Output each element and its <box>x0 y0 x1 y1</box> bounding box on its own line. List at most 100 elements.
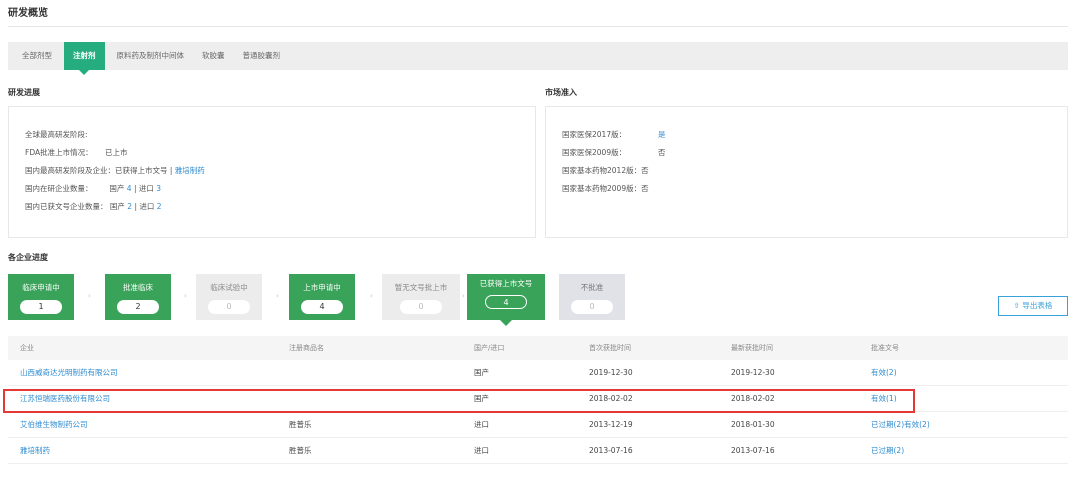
market-label-1: 国家医保2017版： <box>562 130 627 139</box>
step-market-application[interactable]: 上市申请中 4 <box>289 274 355 320</box>
highest-stage-label: 全球最高研发阶段: <box>25 130 88 139</box>
header-approval-no: 批准文号 <box>871 344 899 352</box>
table-header: 企业 注册商品名 国产/进口 首次获批时间 最新获批时间 批准文号 <box>8 336 1068 360</box>
brand-cell: 胜普乐 <box>289 446 312 455</box>
step-not-approved[interactable]: 不批准 0 <box>559 274 625 320</box>
step-separator: › <box>184 292 187 300</box>
rd-progress-title: 研发进展 <box>8 88 40 97</box>
step-clinical-application[interactable]: 临床申请中 1 <box>8 274 74 320</box>
header-brand: 注册商品名 <box>289 344 324 352</box>
in-dev-row: 国内在研企业数量： 国产 4 | 进口 3 <box>25 183 161 194</box>
tab-injection[interactable]: 注射剂 <box>64 42 105 75</box>
step-count: 4 <box>301 300 343 314</box>
in-dev-label: 国内在研企业数量： <box>25 184 93 193</box>
approved-domestic-label: 国产 <box>109 202 125 211</box>
upload-icon: ⇧ <box>1013 301 1020 310</box>
tab-softgel[interactable]: 软胶囊 <box>196 42 231 70</box>
domestic-stage-company-link[interactable]: 雅培制药 <box>175 166 205 175</box>
market-row-2: 国家医保2009版： 否 <box>562 147 666 158</box>
approval-link[interactable]: 有效(2) <box>871 360 897 385</box>
market-row-1: 国家医保2017版： 是 <box>562 129 666 140</box>
market-row-3: 国家基本药物2012版：否 <box>562 165 649 176</box>
origin-cell: 进口 <box>474 446 489 455</box>
latest-approval-cell: 2019-12-30 <box>731 368 775 377</box>
step-separator: › <box>370 292 373 300</box>
step-no-license-marketed[interactable]: 暂无文号批上市 0 <box>382 274 460 320</box>
step-label: 上市申请中 <box>303 283 341 292</box>
approved-domestic-count[interactable]: 2 <box>127 202 132 211</box>
rd-progress-panel: 全球最高研发阶段: FDA批准上市情况： 已上市 国内最高研发阶段及企业：已获得上… <box>8 106 536 238</box>
step-clinical-trial[interactable]: 临床试验中 0 <box>196 274 262 320</box>
approved-label: 国内已获文号企业数量： <box>25 202 108 211</box>
in-dev-domestic-label: 国产 <box>109 184 125 193</box>
approved-sep: | <box>134 202 137 211</box>
market-value-4: 否 <box>641 184 649 193</box>
step-license-obtained[interactable]: 已获得上市文号 4 <box>467 274 545 326</box>
domestic-stage-sep: | <box>169 166 173 175</box>
dosage-tabs: 全部剂型 注射剂 原料药及制剂中间体 软胶囊 普通胶囊剂 <box>8 42 1068 75</box>
step-count: 0 <box>400 300 442 314</box>
in-dev-import-count[interactable]: 3 <box>156 184 161 193</box>
tab-all[interactable]: 全部剂型 <box>16 42 58 70</box>
header-origin: 国产/进口 <box>474 344 505 352</box>
market-value-3: 否 <box>641 166 649 175</box>
latest-approval-cell: 2018-01-30 <box>731 420 775 429</box>
market-access-title: 市场准入 <box>545 88 577 97</box>
step-label: 暂无文号批上市 <box>394 283 448 292</box>
step-count: 2 <box>117 300 159 314</box>
domestic-stage-value: 已获得上市文号 <box>115 166 168 175</box>
in-dev-import-label: 进口 <box>138 184 154 193</box>
title-divider <box>8 26 1068 27</box>
step-separator: › <box>276 292 279 300</box>
highest-stage-row: 全球最高研发阶段: <box>25 129 88 140</box>
tab-api[interactable]: 原料药及制剂中间体 <box>111 42 191 70</box>
step-count: 0 <box>571 300 613 314</box>
market-label-4: 国家基本药物2009版： <box>562 184 642 193</box>
market-label-2: 国家医保2009版： <box>562 148 627 157</box>
fda-value: 已上市 <box>105 148 128 157</box>
company-link[interactable]: 山西威奇达光明制药有限公司 <box>20 360 118 385</box>
step-label: 不批准 <box>580 283 604 292</box>
header-first-approval: 首次获批时间 <box>589 344 631 352</box>
domestic-stage-row: 国内最高研发阶段及企业：已获得上市文号 | 雅培制药 <box>25 165 205 176</box>
export-table-button[interactable]: ⇧ 导出表格 <box>998 296 1068 316</box>
company-link[interactable]: 雅培制药 <box>20 438 50 463</box>
step-clinical-approved[interactable]: 批准临床 2 <box>105 274 171 320</box>
header-latest-approval: 最新获批时间 <box>731 344 773 352</box>
table-row: 艾伯维生物制药公司 胜普乐 进口 2013-12-19 2018-01-30 已… <box>8 412 1068 438</box>
approval-link[interactable]: 已过期(2) <box>871 438 904 463</box>
step-count: 4 <box>485 295 527 309</box>
fda-label: FDA批准上市情况： <box>25 148 93 157</box>
first-approval-cell: 2019-12-30 <box>589 368 633 377</box>
in-dev-sep: | <box>133 184 137 193</box>
highlight-box <box>3 389 915 413</box>
first-approval-cell: 2013-07-16 <box>589 446 633 455</box>
approved-import-count[interactable]: 2 <box>157 202 162 211</box>
market-value-2: 否 <box>658 148 666 157</box>
step-label: 临床申请中 <box>22 283 60 292</box>
header-company: 企业 <box>20 344 34 352</box>
approved-import-label: 进口 <box>139 202 155 211</box>
brand-cell: 胜普乐 <box>289 420 312 429</box>
first-approval-cell: 2013-12-19 <box>589 420 633 429</box>
approved-row: 国内已获文号企业数量： 国产 2 | 进口 2 <box>25 201 162 212</box>
market-access-panel: 国家医保2017版：是 国家医保2009版：否 国家基本药物2012版：否 国家… <box>545 106 1068 238</box>
step-count: 0 <box>208 300 250 314</box>
latest-approval-cell: 2013-07-16 <box>731 446 775 455</box>
market-label-3: 国家基本药物2012版： <box>562 166 642 175</box>
approval-link[interactable]: 已过期(2)有效(2) <box>871 412 930 437</box>
enterprise-progress-title: 各企业进度 <box>8 253 48 262</box>
origin-cell: 进口 <box>474 420 489 429</box>
market-row-4: 国家基本药物2009版：否 <box>562 183 649 194</box>
step-separator: › <box>88 292 91 300</box>
table-row: 山西威奇达光明制药有限公司 国产 2019-12-30 2019-12-30 有… <box>8 360 1068 386</box>
company-link[interactable]: 艾伯维生物制药公司 <box>20 412 88 437</box>
table-row: 雅培制药 胜普乐 进口 2013-07-16 2013-07-16 已过期(2) <box>8 438 1068 464</box>
page-title: 研发概览 <box>8 8 48 19</box>
domestic-stage-label: 国内最高研发阶段及企业： <box>25 166 115 175</box>
market-value-1[interactable]: 是 <box>658 130 666 139</box>
in-dev-domestic-count[interactable]: 4 <box>127 184 132 193</box>
origin-cell: 国产 <box>474 368 489 377</box>
tab-capsule[interactable]: 普通胶囊剂 <box>237 42 287 70</box>
step-label: 批准临床 <box>123 283 153 292</box>
